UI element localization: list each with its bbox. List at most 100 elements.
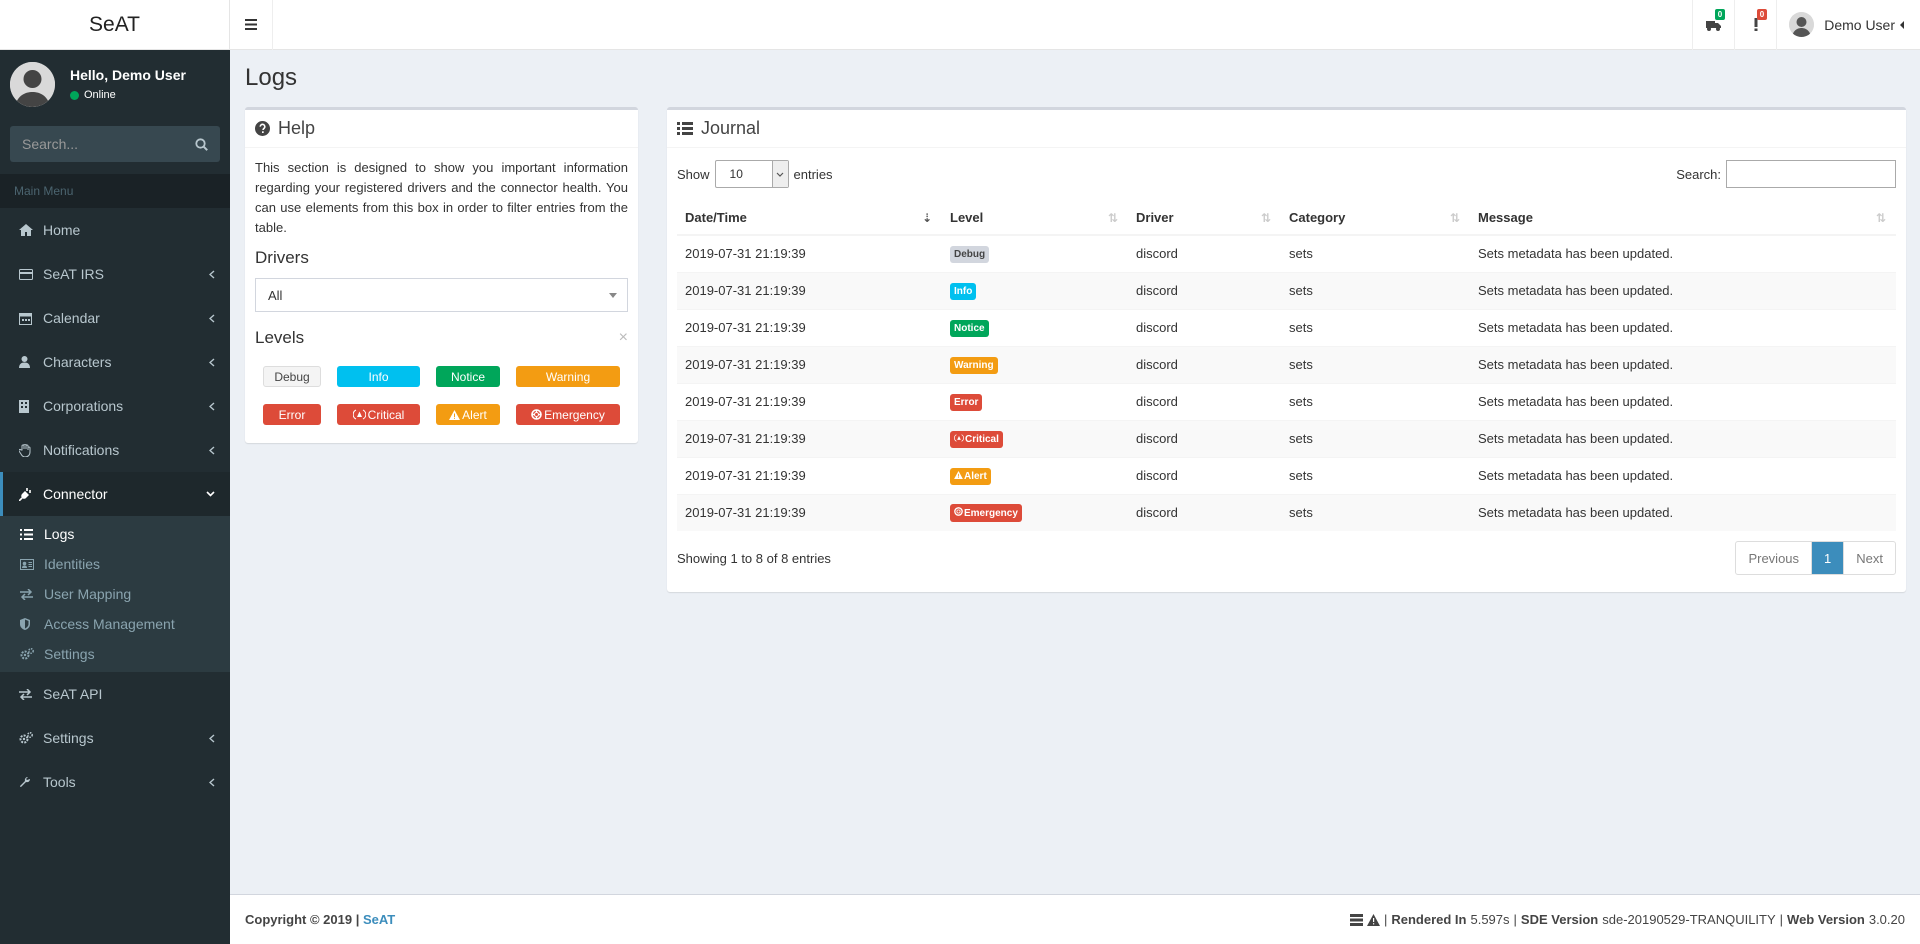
menu-header: Main Menu — [0, 174, 230, 208]
sidebar-subitem-identities[interactable]: Identities — [0, 549, 230, 579]
cell-datetime: 2019-07-31 21:19:39 — [677, 456, 942, 494]
journal-title: Journal — [701, 118, 761, 138]
sidebar-item-corporations[interactable]: Corporations — [0, 384, 230, 428]
journal-box: Journal Show 10 entries Search: Date/Tim… — [667, 107, 1906, 592]
cell-datetime: 2019-07-31 21:19:39 — [677, 419, 942, 457]
sidebar-search-input[interactable] — [22, 136, 182, 152]
cell-driver: discord — [1128, 308, 1281, 346]
column-header-message[interactable]: Message ⇅ — [1470, 200, 1896, 236]
level-label: Notice — [450, 369, 485, 384]
jobs-notification-button[interactable]: 0 — [1692, 0, 1734, 50]
sidebar-subitem-access-management[interactable]: Access Management — [0, 609, 230, 639]
level-filter-notice[interactable]: Notice — [436, 366, 500, 387]
chevron-down-icon — [776, 172, 784, 177]
sidebar-subitem-label: User Mapping — [44, 586, 132, 602]
cell-message: Sets metadata has been updated. — [1470, 234, 1896, 272]
sidebar-item-label: Settings — [43, 730, 94, 746]
cogs-icon — [20, 648, 34, 660]
table-row: 2019-07-31 21:19:39 Debug discord sets S… — [677, 234, 1896, 272]
sidebar-item-seat-api[interactable]: SeAT API — [0, 672, 230, 716]
exchange-icon — [19, 688, 32, 700]
cell-driver: discord — [1128, 493, 1281, 531]
level-badge-debug: Debug — [950, 245, 990, 263]
sde-label: SDE Version — [1520, 912, 1599, 927]
level-badge-error: Error — [950, 393, 983, 411]
level-badge-text: Critical — [965, 433, 999, 445]
life-ring-icon — [954, 506, 963, 516]
level-filter-alert[interactable]: Alert — [436, 404, 500, 425]
cell-message: Sets metadata has been updated. — [1470, 308, 1896, 346]
chevron-left-icon — [209, 401, 215, 411]
level-label: Error — [278, 407, 306, 422]
exclamation-icon — [1754, 18, 1758, 31]
sidebar-item-tools[interactable]: Tools — [0, 760, 230, 804]
app-logo[interactable]: SeAT — [0, 0, 230, 50]
level-filter-info[interactable]: Info — [337, 366, 420, 387]
table-info: Showing 1 to 8 of 8 entries — [677, 550, 831, 566]
drivers-title: Drivers — [255, 248, 309, 267]
cell-category: sets — [1281, 308, 1470, 346]
page-title: Logs — [245, 64, 298, 91]
level-label: Emergency — [544, 407, 605, 422]
help-title: Help — [278, 118, 316, 138]
previous-page-button[interactable]: Previous — [1736, 542, 1811, 574]
sidebar-item-home[interactable]: Home — [0, 208, 230, 252]
sidebar-item-label: Notifications — [43, 442, 120, 458]
column-header-driver[interactable]: Driver ⇅ — [1128, 200, 1281, 236]
journal-search-input[interactable] — [1726, 160, 1896, 188]
level-filter-emergency[interactable]: Emergency — [516, 404, 620, 425]
page-length-value: 10 — [729, 167, 743, 181]
sidebar-subitem-logs[interactable]: Logs — [0, 519, 230, 549]
sidebar-item-notifications[interactable]: Notifications — [0, 428, 230, 472]
sidebar-subitem-label: Access Management — [44, 616, 175, 632]
cell-driver: discord — [1128, 419, 1281, 457]
close-icon[interactable]: × — [619, 329, 628, 347]
drivers-select[interactable]: All — [255, 278, 628, 312]
level-badge-notice: Notice — [950, 319, 989, 337]
warning-icon — [449, 409, 461, 420]
page-length-select[interactable]: 10 — [714, 160, 789, 188]
cell-datetime: 2019-07-31 21:19:39 — [677, 271, 942, 309]
cell-datetime: 2019-07-31 21:19:39 — [677, 308, 942, 346]
help-text: This section is designed to show you imp… — [255, 160, 628, 235]
level-filter-error[interactable]: Error — [263, 404, 321, 425]
user-menu[interactable]: Demo User — [1776, 0, 1920, 50]
level-filter-debug[interactable]: Debug — [263, 366, 321, 387]
cell-message: Sets metadata has been updated. — [1470, 419, 1896, 457]
user-greeting: Hello, Demo User — [70, 67, 186, 83]
page-1-button[interactable]: 1 — [1811, 542, 1845, 574]
user-icon — [19, 356, 30, 368]
sidebar-item-seat-irs[interactable]: SeAT IRS — [0, 252, 230, 296]
chevron-left-icon — [209, 357, 215, 367]
cell-category: sets — [1281, 493, 1470, 531]
seat-link[interactable]: SeAT — [363, 912, 395, 927]
table-row: 2019-07-31 21:19:39 Critical discord set… — [677, 419, 1896, 457]
search-icon[interactable] — [195, 137, 208, 151]
levels-title: Levels — [255, 328, 305, 347]
list-icon — [20, 528, 33, 540]
alerts-notification-button[interactable]: 0 — [1734, 0, 1776, 50]
caret-left-icon — [1900, 20, 1904, 29]
sort-icon: ⇅ — [1449, 211, 1460, 225]
server-icon — [1349, 913, 1363, 926]
column-header-datetime[interactable]: Date/Time ⇣ — [677, 200, 942, 236]
sidebar-item-connector[interactable]: Connector — [0, 472, 230, 516]
list-icon — [677, 122, 693, 135]
column-header-level[interactable]: Level ⇅ — [942, 200, 1128, 236]
alerts-count-badge: 0 — [1756, 8, 1768, 20]
sidebar-subitem-label: Logs — [44, 526, 75, 542]
column-header-category[interactable]: Category ⇅ — [1281, 200, 1470, 236]
level-filter-critical[interactable]: Critical — [337, 404, 420, 425]
sidebar-item-calendar[interactable]: Calendar — [0, 296, 230, 340]
sidebar-subitem-settings[interactable]: Settings — [0, 639, 230, 669]
next-page-button[interactable]: Next — [1844, 542, 1895, 574]
chevron-left-icon — [209, 777, 215, 787]
column-label: Message — [1478, 209, 1533, 225]
sidebar-item-characters[interactable]: Characters — [0, 340, 230, 384]
level-label: Info — [368, 369, 389, 384]
sidebar-subitem-user-mapping[interactable]: User Mapping — [0, 579, 230, 609]
sidebar-item-settings[interactable]: Settings — [0, 716, 230, 760]
sidebar-toggle-button[interactable] — [230, 0, 273, 50]
level-filter-warning[interactable]: Warning — [516, 366, 620, 387]
search-label: Search: — [1676, 166, 1721, 182]
